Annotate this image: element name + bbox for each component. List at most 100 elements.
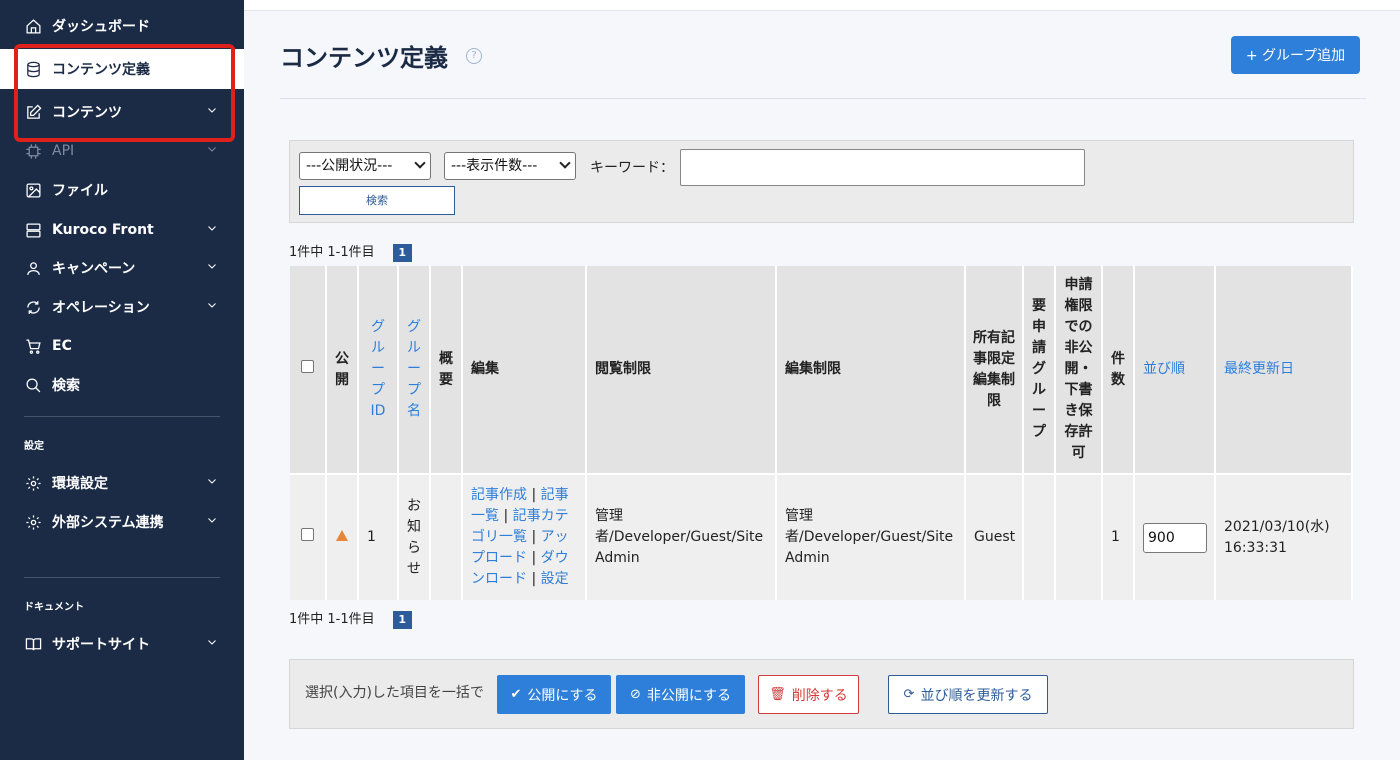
header-approval-perm: 申請権限での非公開・下書き保存許可	[1055, 266, 1103, 474]
pager-bottom: 1件中 1-1件目 1	[289, 608, 412, 629]
highlight-box	[14, 44, 235, 142]
warning-icon	[336, 530, 348, 541]
book-icon	[24, 635, 42, 653]
header-summary: 概要	[430, 266, 463, 474]
sidebar-item-external-integration[interactable]: 外部システム連携	[0, 502, 244, 542]
publish-button[interactable]: ✔ 公開にする	[497, 675, 611, 714]
sidebar-item-campaign[interactable]: キャンペーン	[0, 248, 244, 288]
check-circle-icon: ✔	[510, 687, 522, 702]
chevron-down-icon	[206, 636, 220, 650]
sidebar-item-label: EC	[52, 338, 72, 354]
pager-summary: 1件中 1-1件目	[289, 612, 375, 627]
sidebar-item-ec[interactable]: EC	[0, 326, 244, 366]
top-bar	[244, 0, 1400, 11]
row-updated: 2021/03/10(水) 16:33:31	[1215, 473, 1353, 600]
select-all-header	[290, 266, 327, 474]
sidebar-item-search[interactable]: 検索	[0, 365, 244, 405]
chevron-down-icon	[559, 157, 571, 169]
order-input[interactable]: 900	[1143, 522, 1207, 553]
header-edit-limit: 編集制限	[776, 266, 966, 474]
update-order-button[interactable]: ⟳ 並び順を更新する	[888, 675, 1048, 714]
ban-icon: ⊘	[629, 687, 641, 702]
chevron-down-icon	[206, 260, 220, 274]
filter-panel: ---公開状況--- ---表示件数--- キーワード： 検索	[289, 140, 1354, 223]
sidebar-item-support-site[interactable]: サポートサイト	[0, 624, 244, 664]
row-public-cell	[326, 473, 359, 600]
section-label-docs: ドキュメント	[24, 602, 84, 613]
page-title: コンテンツ定義	[280, 44, 448, 72]
table-header-row: 公開 グループID グループ名 概要 編集 閲覧制限 編集制限 所有記事限定編集…	[290, 266, 1353, 474]
updated-date: 2021/03/10(水)	[1224, 518, 1330, 535]
sidebar-item-label: 外部システム連携	[52, 515, 164, 531]
count-select[interactable]: ---表示件数---	[444, 152, 576, 180]
table-row: 1 お知らせ 記事作成 | 記事一覧 | 記事カテゴリ一覧 | アップロード |…	[290, 473, 1353, 600]
bulk-action-panel: 選択(入力)した項目を一括で ✔ 公開にする ⊘ 非公開にする 🗑 削除する ⟳ 並び順…	[289, 659, 1354, 729]
user-icon	[24, 259, 42, 277]
sidebar-item-label: Kuroco Front	[52, 222, 154, 238]
sidebar-item-label: ファイル	[52, 183, 108, 199]
title-divider	[280, 98, 1366, 99]
refresh-icon: ⟳	[903, 687, 915, 702]
sidebar-item-dashboard[interactable]: ダッシュボード	[0, 6, 244, 46]
server-icon	[24, 221, 42, 239]
keyword-label: キーワード：	[590, 160, 674, 176]
refresh-icon	[24, 298, 42, 316]
link-create-article[interactable]: 記事作成	[471, 487, 527, 503]
keyword-input[interactable]	[680, 149, 1085, 186]
status-select[interactable]: ---公開状況---	[299, 152, 431, 180]
header-count: 件数	[1102, 266, 1135, 474]
sidebar: ダッシュボード コンテンツ定義 コンテンツ API ファイル Kuroco Fr…	[0, 0, 244, 760]
header-updated[interactable]: 最終更新日	[1215, 266, 1353, 474]
sidebar-item-operation[interactable]: オペレーション	[0, 287, 244, 327]
delete-button[interactable]: 🗑 削除する	[758, 675, 859, 714]
bulk-label: 選択(入力)した項目を一括で	[305, 685, 484, 701]
chevron-down-icon	[206, 475, 220, 489]
row-order-cell: 900	[1134, 473, 1216, 600]
sidebar-item-label: API	[52, 143, 75, 159]
pager-top: 1件中 1-1件目 1	[289, 241, 412, 262]
row-edit-limit: 管理者/Developer/Guest/Site Admin	[776, 473, 966, 600]
help-icon[interactable]: ?	[466, 48, 482, 64]
sidebar-item-env-settings[interactable]: 環境設定	[0, 463, 244, 503]
chevron-down-icon	[414, 157, 426, 169]
search-button[interactable]: 検索	[299, 186, 455, 215]
updated-time: 16:33:31	[1224, 539, 1287, 556]
header-approval-group: 要申請グループ	[1023, 266, 1056, 474]
search-icon	[24, 376, 42, 394]
header-view-limit: 閲覧制限	[586, 266, 777, 474]
count-select-value: ---表示件数---	[451, 158, 538, 174]
sidebar-item-kuroco-front[interactable]: Kuroco Front	[0, 210, 244, 250]
row-approval-perm	[1055, 473, 1103, 600]
page-link[interactable]: 1	[392, 243, 412, 262]
pager-summary: 1件中 1-1件目	[289, 245, 375, 260]
add-group-button[interactable]: + グループ追加	[1231, 36, 1360, 74]
header-owner-limit: 所有記事限定編集制限	[965, 266, 1024, 474]
sidebar-item-label: ダッシュボード	[52, 19, 150, 35]
cart-icon	[24, 337, 42, 355]
row-group-name: お知らせ	[398, 473, 431, 600]
header-group-name[interactable]: グループ名	[398, 266, 431, 474]
trash-icon: 🗑	[769, 687, 786, 702]
header-order[interactable]: 並び順	[1134, 266, 1216, 474]
content-definition-table: 公開 グループID グループ名 概要 編集 閲覧制限 編集制限 所有記事限定編集…	[290, 266, 1353, 600]
row-group-id: 1	[358, 473, 399, 600]
row-select-cell	[290, 473, 327, 600]
sidebar-item-label: 検索	[52, 378, 80, 394]
sidebar-item-label: 環境設定	[52, 476, 108, 492]
sidebar-divider	[24, 416, 220, 417]
gear-icon	[24, 474, 42, 492]
section-label-settings: 設定	[24, 441, 44, 452]
header-group-id[interactable]: グループID	[358, 266, 399, 474]
link-settings[interactable]: 設定	[541, 571, 569, 587]
sidebar-divider	[24, 577, 220, 578]
chevron-down-icon	[206, 222, 220, 236]
unpublish-button[interactable]: ⊘ 非公開にする	[616, 675, 745, 714]
page-link[interactable]: 1	[392, 610, 412, 629]
sidebar-item-files[interactable]: ファイル	[0, 170, 244, 210]
row-checkbox[interactable]	[301, 528, 314, 541]
select-all-checkbox[interactable]	[301, 360, 314, 373]
row-count: 1	[1102, 473, 1135, 600]
row-approval-group	[1023, 473, 1056, 600]
chevron-down-icon	[206, 514, 220, 528]
image-icon	[24, 181, 42, 199]
